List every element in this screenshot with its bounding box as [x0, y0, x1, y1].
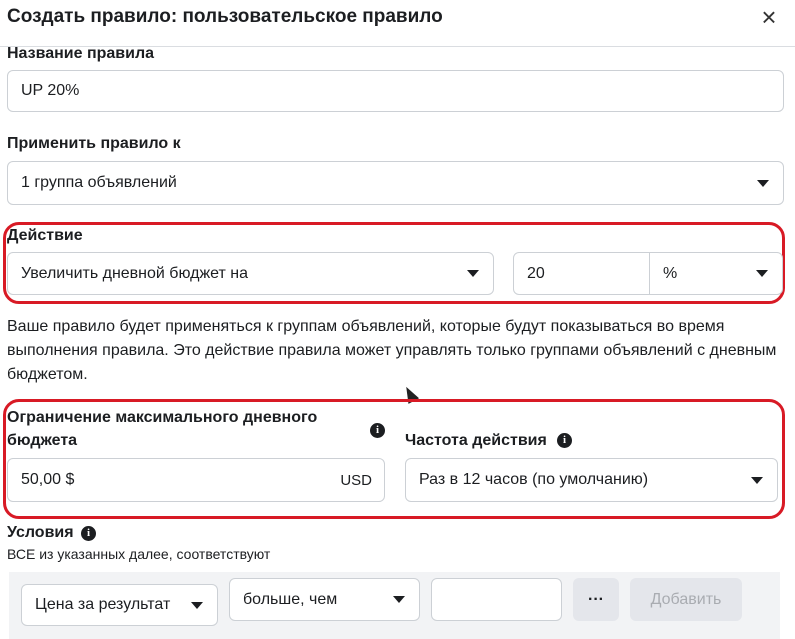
action-help-text: Ваше правило будет применяться к группам…: [7, 318, 777, 383]
info-icon[interactable]: i: [557, 433, 572, 448]
max-budget-label-line1: Ограничение максимального дневного: [7, 409, 318, 426]
frequency-value: Раз в 12 часов (по умолчанию): [419, 471, 649, 488]
info-icon[interactable]: i: [81, 526, 96, 541]
more-icon: ···: [588, 590, 604, 608]
chevron-down-icon: [751, 476, 763, 484]
rule-name-input[interactable]: UP 20%: [7, 70, 784, 112]
condition-operator-value: больше, чем: [243, 590, 338, 608]
frequency-select[interactable]: Раз в 12 часов (по умолчанию): [405, 458, 778, 502]
condition-operator-select[interactable]: больше, чем: [229, 578, 420, 621]
condition-metric-select[interactable]: Цена за результат: [21, 584, 218, 626]
info-icon[interactable]: i: [370, 423, 385, 438]
frequency-label: Частота действия: [405, 432, 547, 449]
action-label: Действие: [7, 227, 83, 244]
max-budget-label-line2: бюджета: [7, 432, 78, 449]
chevron-down-icon: [393, 596, 405, 603]
condition-metric-value: Цена за результат: [35, 596, 171, 613]
add-condition-button[interactable]: Добавить: [630, 578, 742, 621]
chevron-down-icon: [757, 179, 769, 187]
chevron-down-icon: [191, 601, 203, 609]
dialog-title: Создать правило: пользовательское правил…: [7, 6, 443, 27]
apply-to-label: Применить правило к: [7, 135, 181, 152]
action-type-value: Увеличить дневной бюджет на: [21, 264, 249, 282]
chevron-down-icon: [467, 270, 479, 277]
apply-to-select[interactable]: 1 группа объявлений: [7, 161, 784, 205]
add-condition-label: Добавить: [650, 590, 722, 608]
action-amount-group: 20 %: [513, 252, 783, 295]
condition-amount-input[interactable]: [431, 578, 562, 621]
rule-name-value: UP 20%: [21, 82, 80, 99]
action-type-select[interactable]: Увеличить дневной бюджет на: [7, 252, 494, 295]
more-options-button[interactable]: ···: [573, 578, 619, 621]
max-budget-value: 50,00 $: [21, 471, 75, 488]
rule-name-label: Название правила: [7, 45, 155, 62]
close-icon[interactable]: ×: [758, 4, 780, 30]
chevron-down-icon: [756, 270, 768, 277]
action-unit-select[interactable]: %: [650, 265, 756, 283]
max-budget-input[interactable]: 50,00 $ USD: [7, 458, 385, 502]
currency-label: USD: [340, 471, 372, 489]
action-amount-input[interactable]: 20: [514, 265, 649, 283]
apply-to-value: 1 группа объявлений: [21, 174, 177, 191]
conditions-subtitle: ВСЕ из указанных далее, соответствуют: [7, 546, 271, 562]
conditions-label: Условия: [7, 524, 74, 541]
